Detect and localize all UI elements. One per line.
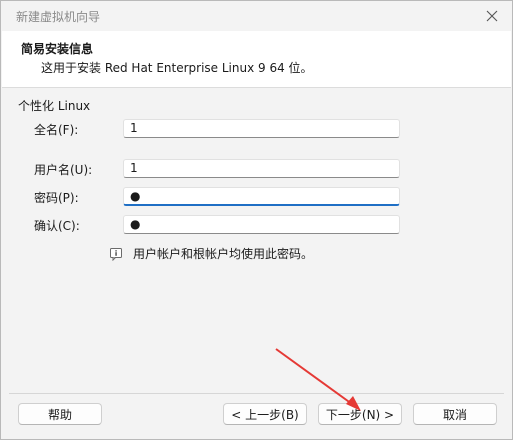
- info-text: 用户帐户和根帐户均使用此密码。: [133, 247, 314, 261]
- info-icon: [109, 247, 123, 261]
- header-subtitle: 这用于安装 Red Hat Enterprise Linux 9 64 位。: [41, 61, 313, 75]
- title-bar: 新建虚拟机向导: [1, 1, 512, 31]
- close-button[interactable]: [480, 5, 504, 27]
- section-label: 个性化 Linux: [18, 99, 91, 113]
- confirm-password-field[interactable]: ●: [123, 215, 400, 234]
- confirm-label: 确认(C):: [34, 219, 80, 233]
- close-icon: [486, 10, 498, 22]
- wizard-header: 简易安装信息 这用于安装 Red Hat Enterprise Linux 9 …: [2, 31, 511, 88]
- fullname-label: 全名(F):: [34, 123, 79, 137]
- cancel-button[interactable]: 取消: [413, 403, 497, 425]
- wizard-window: 新建虚拟机向导 简易安装信息 这用于安装 Red Hat Enterprise …: [0, 0, 513, 440]
- password-label: 密码(P):: [34, 191, 79, 205]
- password-field[interactable]: ●: [123, 187, 400, 206]
- password-info: 用户帐户和根帐户均使用此密码。: [109, 245, 313, 262]
- footer-divider: [9, 393, 504, 394]
- header-title: 简易安装信息: [21, 42, 94, 56]
- help-button[interactable]: 帮助: [18, 403, 102, 425]
- username-label: 用户名(U):: [34, 163, 93, 177]
- username-field[interactable]: 1: [123, 159, 400, 178]
- next-button[interactable]: 下一步(N) >: [318, 403, 402, 425]
- fullname-field[interactable]: 1: [123, 119, 400, 138]
- back-button[interactable]: < 上一步(B): [223, 403, 307, 425]
- window-title: 新建虚拟机向导: [16, 10, 101, 24]
